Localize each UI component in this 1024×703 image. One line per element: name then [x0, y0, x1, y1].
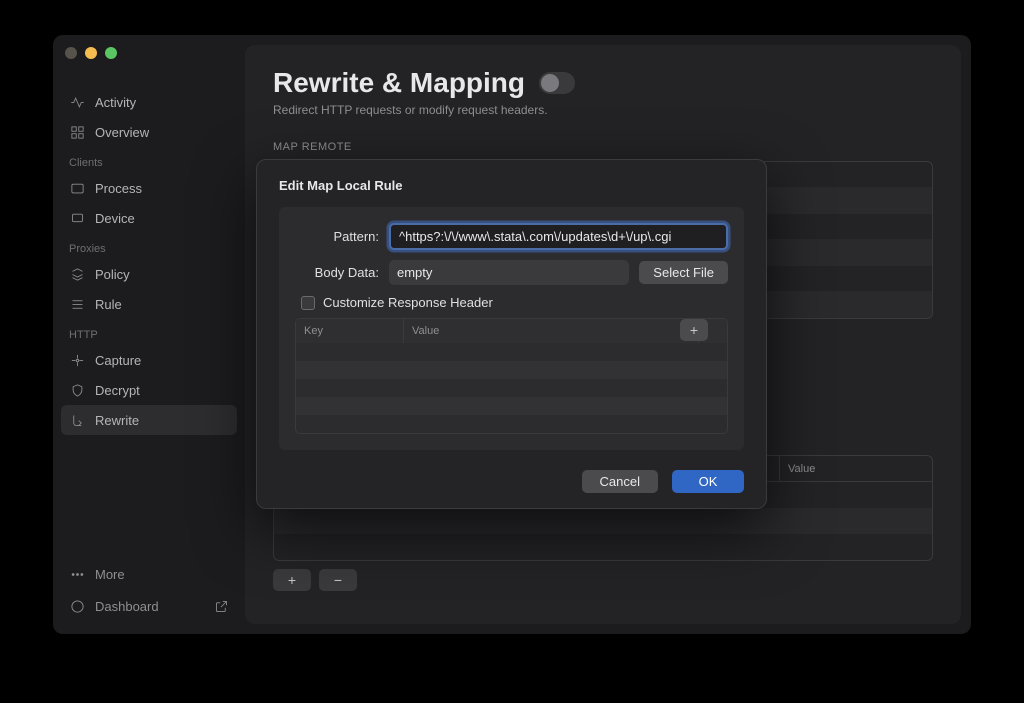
sidebar-item-process[interactable]: Process: [53, 173, 245, 203]
overview-icon: [69, 124, 85, 140]
dashboard-icon: [69, 598, 85, 614]
page-subtitle: Redirect HTTP requests or modify request…: [273, 103, 933, 117]
sidebar-item-activity[interactable]: Activity: [53, 87, 245, 117]
sidebar-item-capture[interactable]: Capture: [53, 345, 245, 375]
sidebar-item-rule[interactable]: Rule: [53, 289, 245, 319]
policy-icon: [69, 266, 85, 282]
sidebar-item-label: Policy: [95, 267, 130, 282]
table-row[interactable]: [296, 343, 727, 361]
cancel-button[interactable]: Cancel: [582, 470, 658, 493]
sidebar-item-label: Device: [95, 211, 135, 226]
sidebar-item-rewrite[interactable]: Rewrite: [61, 405, 237, 435]
external-link-icon: [213, 598, 229, 614]
sidebar-item-overview[interactable]: Overview: [53, 117, 245, 147]
table-row[interactable]: [296, 397, 727, 415]
sidebar-item-decrypt[interactable]: Decrypt: [53, 375, 245, 405]
sidebar-item-more[interactable]: More: [53, 558, 245, 590]
device-icon: [69, 210, 85, 226]
add-button[interactable]: +: [273, 569, 311, 591]
window-controls: [65, 47, 117, 59]
sidebar-bottom: More Dashboard: [53, 558, 245, 622]
ellipsis-icon: [69, 566, 85, 582]
column-value: Value: [780, 456, 932, 481]
customize-header-row: Customize Response Header: [301, 295, 728, 310]
page-header: Rewrite & Mapping: [273, 67, 933, 99]
customize-header-checkbox[interactable]: [301, 296, 315, 310]
select-file-button[interactable]: Select File: [639, 261, 728, 284]
edit-map-local-rule-modal: Edit Map Local Rule Pattern: Body Data: …: [256, 159, 767, 509]
ok-button[interactable]: OK: [672, 470, 744, 493]
section-header-map-remote: MAP REMOTE: [273, 141, 933, 153]
body-data-label: Body Data:: [295, 265, 379, 280]
shield-icon: [69, 382, 85, 398]
pattern-label: Pattern:: [295, 229, 379, 244]
sidebar-item-policy[interactable]: Policy: [53, 259, 245, 289]
customize-header-label: Customize Response Header: [323, 295, 493, 310]
sidebar: Activity Overview Clients Process Device…: [53, 35, 245, 634]
add-header-button[interactable]: +: [680, 319, 708, 341]
column-key: Key: [296, 319, 404, 343]
table-row[interactable]: [274, 534, 932, 560]
sidebar-item-label: Dashboard: [95, 599, 159, 614]
response-header-table: Key Value: [295, 318, 728, 434]
capture-icon: [69, 352, 85, 368]
sidebar-item-label: More: [95, 567, 125, 582]
pattern-row: Pattern:: [295, 223, 728, 250]
modal-buttons: Cancel OK: [279, 470, 744, 493]
body-data-row: Body Data: Select File: [295, 260, 728, 285]
sidebar-item-label: Overview: [95, 125, 149, 140]
page-title: Rewrite & Mapping: [273, 67, 525, 99]
sidebar-section-http: HTTP: [53, 319, 245, 345]
sidebar-item-dashboard[interactable]: Dashboard: [53, 590, 245, 622]
sidebar-section-proxies: Proxies: [53, 233, 245, 259]
sidebar-item-label: Activity: [95, 95, 136, 110]
sidebar-section-clients: Clients: [53, 147, 245, 173]
column-value: Value: [404, 319, 699, 343]
table-row[interactable]: [296, 415, 727, 433]
sidebar-item-label: Rule: [95, 297, 122, 312]
activity-icon: [69, 94, 85, 110]
remove-button[interactable]: −: [319, 569, 357, 591]
maximize-window-icon[interactable]: [105, 47, 117, 59]
rule-icon: [69, 296, 85, 312]
pattern-input[interactable]: [389, 223, 728, 250]
modal-title: Edit Map Local Rule: [279, 178, 744, 193]
table-controls: + −: [273, 569, 933, 591]
sidebar-item-label: Capture: [95, 353, 141, 368]
toggle-knob: [541, 74, 559, 92]
body-data-input[interactable]: [389, 260, 629, 285]
process-icon: [69, 180, 85, 196]
modal-form: Pattern: Body Data: Select File Customiz…: [279, 207, 744, 450]
minimize-window-icon[interactable]: [85, 47, 97, 59]
table-row[interactable]: [296, 379, 727, 397]
header-table-head: Key Value: [296, 319, 727, 343]
feature-toggle[interactable]: [539, 72, 575, 94]
sidebar-item-device[interactable]: Device: [53, 203, 245, 233]
table-row[interactable]: [296, 361, 727, 379]
table-row[interactable]: [274, 508, 932, 534]
close-window-icon[interactable]: [65, 47, 77, 59]
sidebar-item-label: Process: [95, 181, 142, 196]
rewrite-icon: [69, 412, 85, 428]
sidebar-item-label: Rewrite: [95, 413, 139, 428]
sidebar-item-label: Decrypt: [95, 383, 140, 398]
